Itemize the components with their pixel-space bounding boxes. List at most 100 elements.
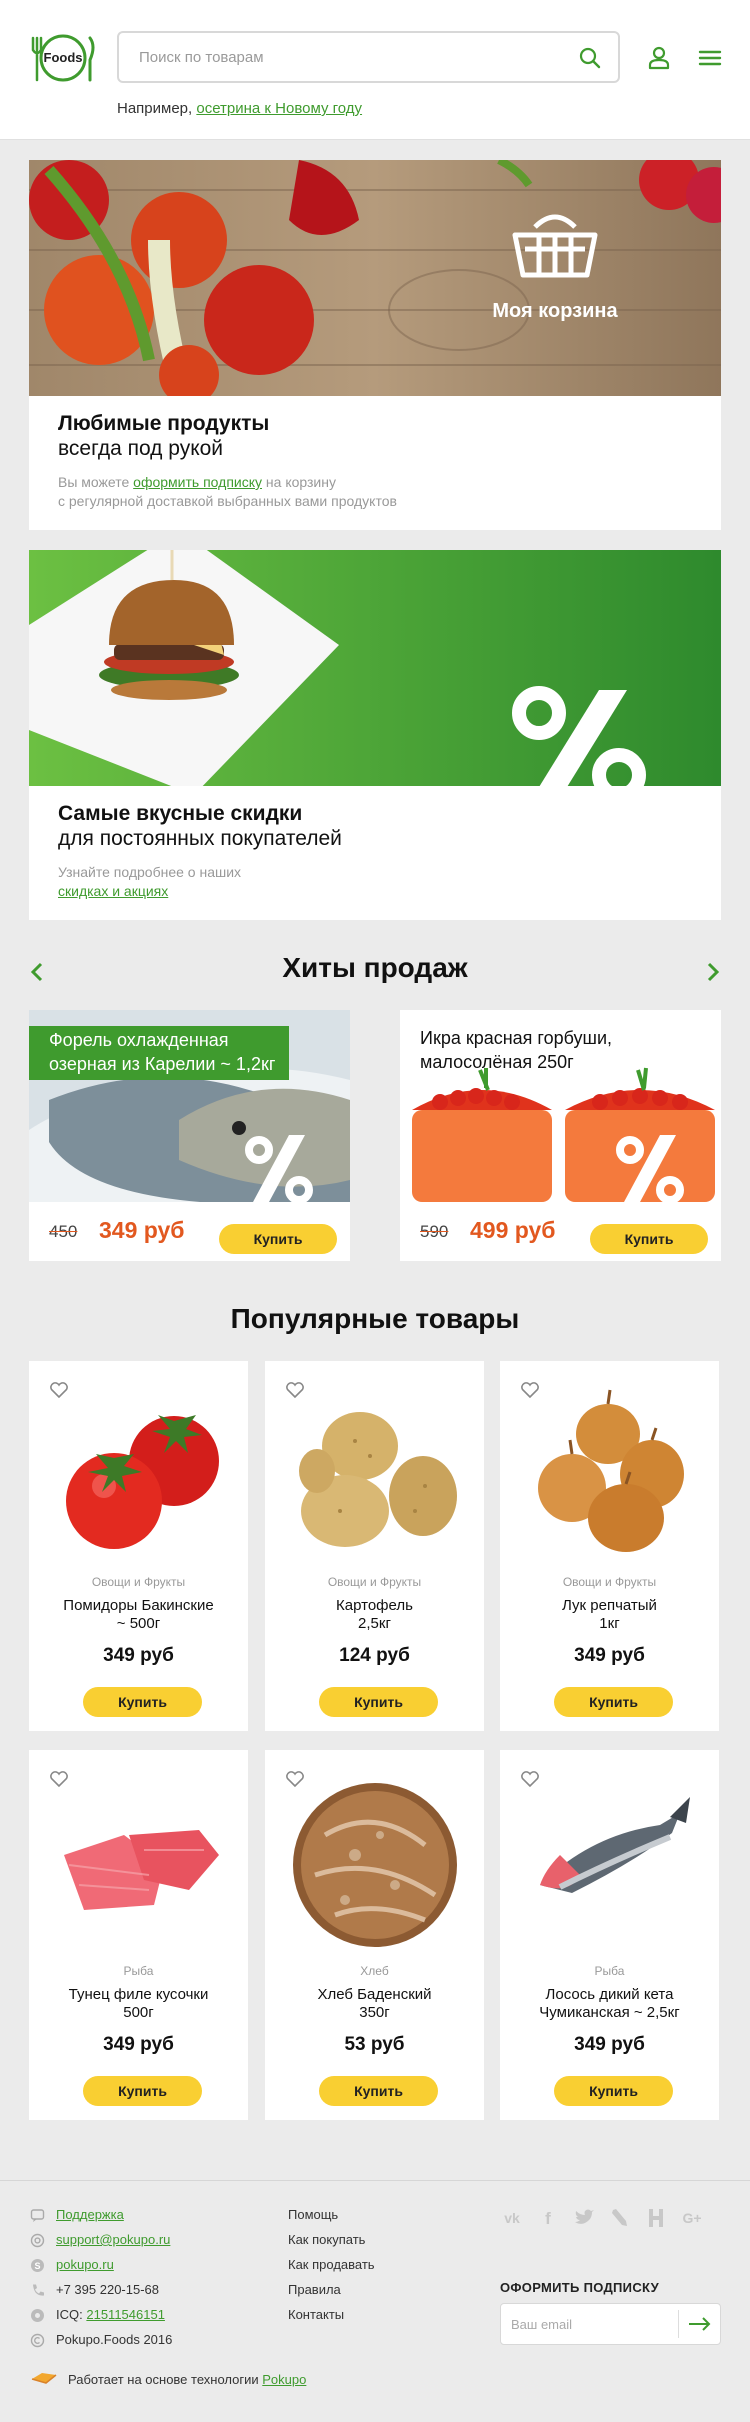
product-name-line1: Картофель (336, 1597, 413, 1614)
product-name-line1: Хлеб Баденский (317, 1986, 432, 2003)
svg-text:S: S (34, 2261, 40, 2271)
product-category: Рыба (123, 1964, 154, 1978)
arrow-right-icon[interactable] (687, 2314, 713, 2334)
product-name: Помидоры Бакинские ~ 500г (39, 1597, 238, 1633)
subscribe-link[interactable]: оформить подписку (133, 474, 262, 490)
product-name-line2: Чумиканская ~ 2,5кг (539, 2004, 680, 2021)
promo1-text-after: на корзину (265, 474, 336, 490)
product-name: Лосось дикий кета Чумиканская ~ 2,5кг (510, 1986, 709, 2022)
product-name: Хлеб Баденский 350г (275, 1986, 474, 2022)
subscribe-title: ОФОРМИТЬ ПОДПИСКУ (500, 2280, 659, 2295)
product-card-potatoes[interactable]: Овощи и Фрукты Картофель 2,5кг 124 руб К… (265, 1361, 484, 1731)
hit-title: Форель охлажденная озерная из Карелии ~ … (29, 1026, 290, 1080)
product-price: 349 руб (574, 1645, 645, 1666)
livejournal-icon[interactable] (608, 2207, 632, 2229)
promo2-subtitle: для постоянных покупателей (58, 827, 342, 850)
buy-button[interactable]: Купить (319, 2076, 438, 2106)
product-name-line2: 500г (123, 2004, 154, 2021)
vegetables-banner-image: Моя корзина (29, 160, 721, 396)
hits-prev-arrow-icon[interactable] (27, 960, 47, 984)
promo1-text-line2: с регулярной доставкой выбранных вами пр… (58, 493, 397, 509)
product-name-line1: Тунец филе кусочки (68, 1986, 209, 2003)
buy-button[interactable]: Купить (590, 1224, 708, 1254)
footer-link-rules[interactable]: Правила (288, 2282, 341, 2297)
buy-button[interactable]: Купить (83, 2076, 202, 2106)
vk-icon[interactable]: vk (500, 2207, 524, 2229)
product-category: Рыба (594, 1964, 625, 1978)
svg-text:f: f (545, 2209, 551, 2228)
foods-logo[interactable]: Foods (28, 32, 98, 84)
skype-link[interactable]: pokupo.ru (56, 2257, 114, 2272)
powered-by-text: Работает на основе технологии (68, 2372, 259, 2387)
product-name: Тунец филе кусочки 500г (39, 1986, 238, 2022)
product-price: 349 руб (103, 1645, 174, 1666)
search-example: Например, осетрина к Новому году (117, 100, 362, 117)
user-icon[interactable] (646, 45, 672, 71)
product-card-tomatoes[interactable]: Овощи и Фрукты Помидоры Бакинские ~ 500г… (29, 1361, 248, 1731)
phone-icon (33, 2284, 44, 2296)
onions-image (538, 1389, 684, 1552)
footer-link-how-to-sell[interactable]: Как продавать (288, 2257, 375, 2272)
habr-icon[interactable] (644, 2207, 668, 2229)
icq-icon (31, 2309, 44, 2322)
hit-card-trout[interactable]: Форель охлажденная озерная из Карелии ~ … (29, 1010, 350, 1261)
facebook-icon[interactable]: f (536, 2207, 560, 2229)
hit-title-line2: озерная из Карелии ~ 1,2кг (49, 1054, 276, 1074)
buy-button[interactable]: Купить (219, 1224, 337, 1254)
promo-discounts-card[interactable]: Самые вкусные скидки для постоянных поку… (29, 550, 721, 920)
product-category: Овощи и Фрукты (91, 1575, 186, 1589)
icq-label: ICQ: (56, 2307, 83, 2322)
product-card-tuna[interactable]: Рыба Тунец филе кусочки 500г 349 руб Куп… (29, 1750, 248, 2120)
hits-next-arrow-icon[interactable] (703, 960, 723, 984)
footer-link-how-to-buy[interactable]: Как покупать (288, 2232, 365, 2247)
bread-image (293, 1783, 457, 1947)
product-category: Овощи и Фрукты (562, 1575, 657, 1589)
buy-button[interactable]: Купить (554, 2076, 673, 2106)
hits-title: Хиты продаж (282, 952, 468, 983)
google-plus-icon[interactable]: G+ (680, 2207, 704, 2229)
product-category: Овощи и Фрукты (327, 1575, 422, 1589)
search-input[interactable] (119, 33, 559, 81)
product-name-line2: 1кг (599, 1615, 620, 1632)
product-price: 53 руб (344, 2034, 405, 2055)
menu-icon[interactable] (697, 45, 723, 71)
footer-link-contacts[interactable]: Контакты (288, 2307, 344, 2322)
product-card-bread[interactable]: Хлеб Хлеб Баденский 350г 53 руб Купить (265, 1750, 484, 2120)
discounts-link[interactable]: скидках и акциях (58, 883, 168, 899)
footer-link-help[interactable]: Помощь (288, 2207, 338, 2222)
phone-number: +7 395 220-15-68 (56, 2282, 160, 2297)
search-example-link[interactable]: осетрина к Новому году (196, 100, 362, 117)
search-icon[interactable] (578, 46, 602, 70)
popular-title: Популярные товары (230, 1303, 520, 1334)
footer-contacts: Поддержка support@pokupo.ru S pokupo.ru … (30, 2207, 250, 2348)
skype-icon: S (31, 2259, 44, 2272)
support-icon (30, 2209, 45, 2222)
hit-title-line1: Икра красная горбуши, (420, 1028, 613, 1048)
support-link[interactable]: Поддержка (56, 2207, 124, 2222)
promo2-text-line1: Узнайте подробнее о наших (58, 864, 242, 880)
sale-price: 349 руб (99, 1217, 185, 1243)
product-card-salmon[interactable]: Рыба Лосось дикий кета Чумиканская ~ 2,5… (500, 1750, 719, 2120)
search-example-prefix: Например, (117, 100, 193, 117)
logo-text: Foods (44, 50, 83, 65)
tomatoes-image (66, 1415, 219, 1549)
hit-card-caviar[interactable]: Икра красная горбуши, малосолёная 250г 5… (400, 1010, 721, 1261)
icq-number-link[interactable]: 21511546151 (86, 2307, 165, 2322)
promo-basket-card[interactable]: Моя корзина Любимые продукты всегда под … (29, 160, 721, 530)
twitter-icon[interactable] (572, 2207, 596, 2229)
footer-menu: Помощь Как покупать Как продавать Правил… (288, 2207, 438, 2327)
copyright-icon (30, 2333, 45, 2348)
pokupo-link[interactable]: Pokupo (262, 2372, 306, 2387)
tuna-image (64, 1830, 219, 1910)
support-email-link[interactable]: support@pokupo.ru (56, 2232, 170, 2247)
svg-text:G+: G+ (682, 2210, 701, 2226)
buy-button[interactable]: Купить (554, 1687, 673, 1717)
product-card-onions[interactable]: Овощи и Фрукты Лук репчатый 1кг 349 руб … (500, 1361, 719, 1731)
powered-by: Работает на основе технологии Pokupo (68, 2372, 306, 2387)
hit-title: Икра красная горбуши, малосолёная 250г (420, 1026, 612, 1074)
buy-button[interactable]: Купить (83, 1687, 202, 1717)
buy-button[interactable]: Купить (319, 1687, 438, 1717)
product-name: Картофель 2,5кг (275, 1597, 474, 1633)
subscribe-email-input[interactable] (501, 2304, 676, 2344)
product-name-line1: Помидоры Бакинские (63, 1597, 214, 1614)
